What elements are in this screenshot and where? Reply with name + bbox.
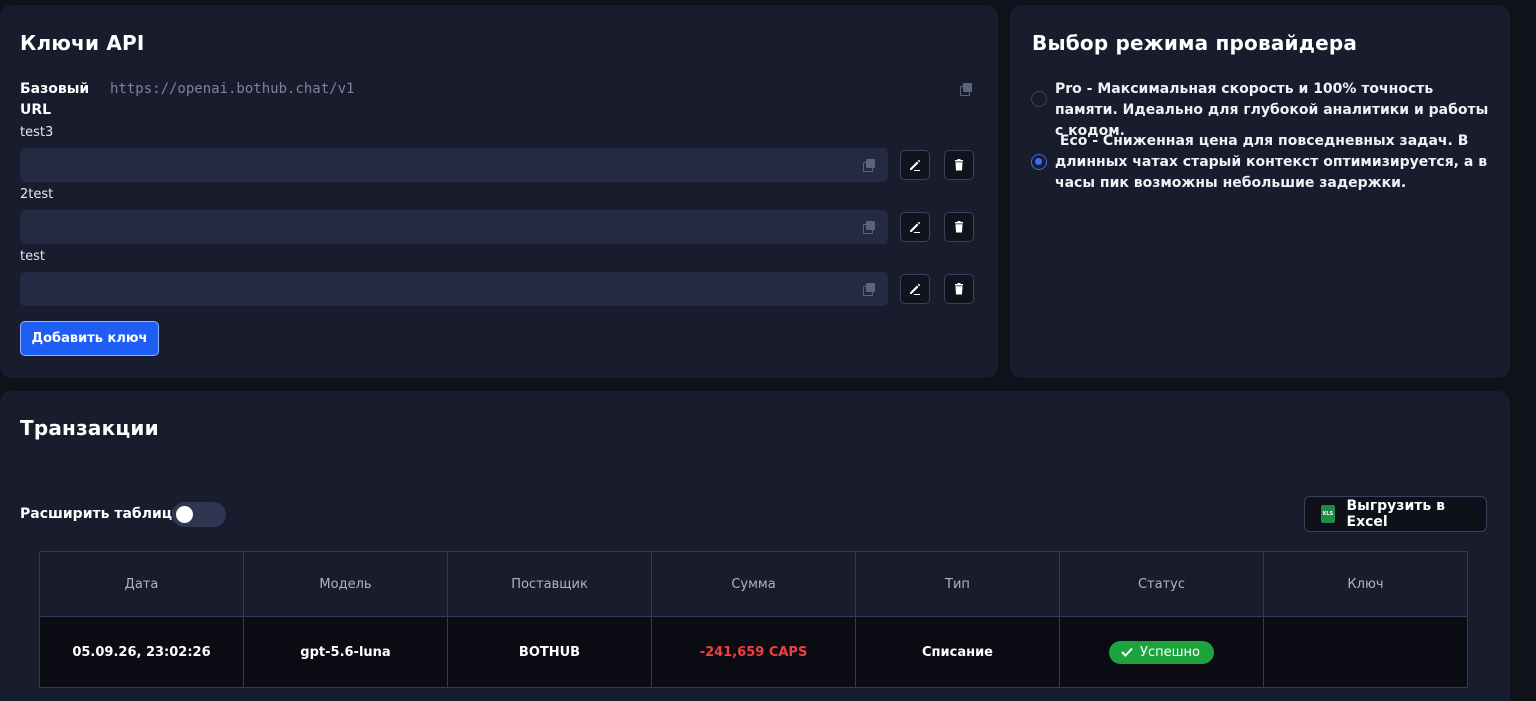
- base-url-value: https://openai.bothub.chat/v1: [110, 81, 355, 97]
- check-icon: [1121, 647, 1133, 657]
- eco-mode-radio[interactable]: [1031, 154, 1047, 170]
- expand-table-label: Расширить таблицу: [20, 506, 182, 522]
- copy-key-icon[interactable]: [863, 159, 875, 172]
- trash-icon: [955, 221, 963, 233]
- export-excel-button[interactable]: XLS Выгрузить в Excel: [1304, 496, 1487, 532]
- cell-model: gpt-5.6-luna: [243, 616, 448, 688]
- edit-key-button[interactable]: [900, 150, 930, 180]
- table-header-row: Дата Модель Поставщик Сумма Тип Статус К…: [39, 551, 1468, 617]
- api-keys-title: Ключи API: [20, 31, 145, 55]
- key-name: test: [20, 249, 45, 264]
- key-field[interactable]: [20, 272, 888, 306]
- delete-key-button[interactable]: [944, 150, 974, 180]
- column-header-key[interactable]: Ключ: [1263, 551, 1468, 617]
- copy-key-icon[interactable]: [863, 221, 875, 234]
- copy-base-url-icon[interactable]: [960, 83, 972, 96]
- expand-table-toggle[interactable]: [172, 502, 226, 527]
- add-key-button[interactable]: Добавить ключ: [20, 321, 159, 356]
- pencil-icon: [910, 283, 921, 295]
- cell-amount: -241,659 CAPS: [651, 616, 856, 688]
- trash-icon: [955, 159, 963, 171]
- provider-mode-title: Выбор режима провайдера: [1032, 31, 1358, 55]
- column-header-model[interactable]: Модель: [243, 551, 448, 617]
- excel-file-icon: XLS: [1321, 505, 1335, 523]
- cell-key: [1263, 616, 1468, 688]
- key-field[interactable]: [20, 148, 888, 182]
- pencil-icon: [910, 159, 921, 171]
- key-name: 2test: [20, 187, 54, 202]
- toggle-knob: [176, 506, 193, 523]
- copy-key-icon[interactable]: [863, 283, 875, 296]
- key-name: test3: [20, 125, 54, 140]
- status-badge: Успешно: [1109, 640, 1214, 664]
- column-header-status[interactable]: Статус: [1059, 551, 1264, 617]
- base-url-label: Базовый URL: [20, 81, 90, 118]
- edit-key-button[interactable]: [900, 212, 930, 242]
- column-header-amount[interactable]: Сумма: [651, 551, 856, 617]
- transactions-title: Транзакции: [20, 416, 159, 440]
- cell-type: Списание: [855, 616, 1060, 688]
- status-label: Успешно: [1140, 644, 1200, 660]
- delete-key-button[interactable]: [944, 274, 974, 304]
- column-header-type[interactable]: Тип: [855, 551, 1060, 617]
- export-excel-label: Выгрузить в Excel: [1346, 498, 1445, 530]
- cell-date: 05.09.26, 23:02:26: [39, 616, 244, 688]
- table-row: 05.09.26, 23:02:26 gpt-5.6-luna BOTHUB -…: [39, 616, 1468, 688]
- pro-mode-radio[interactable]: [1031, 91, 1047, 107]
- trash-icon: [955, 283, 963, 295]
- column-header-provider[interactable]: Поставщик: [447, 551, 652, 617]
- delete-key-button[interactable]: [944, 212, 974, 242]
- column-header-date[interactable]: Дата: [39, 551, 244, 617]
- pencil-icon: [910, 221, 921, 233]
- key-field[interactable]: [20, 210, 888, 244]
- cell-provider: BOTHUB: [447, 616, 652, 688]
- edit-key-button[interactable]: [900, 274, 930, 304]
- cell-status: Успешно: [1059, 616, 1264, 688]
- transactions-table: Дата Модель Поставщик Сумма Тип Статус К…: [39, 551, 1468, 688]
- eco-mode-description: Eco - Сниженная цена для повседневных за…: [1055, 133, 1492, 191]
